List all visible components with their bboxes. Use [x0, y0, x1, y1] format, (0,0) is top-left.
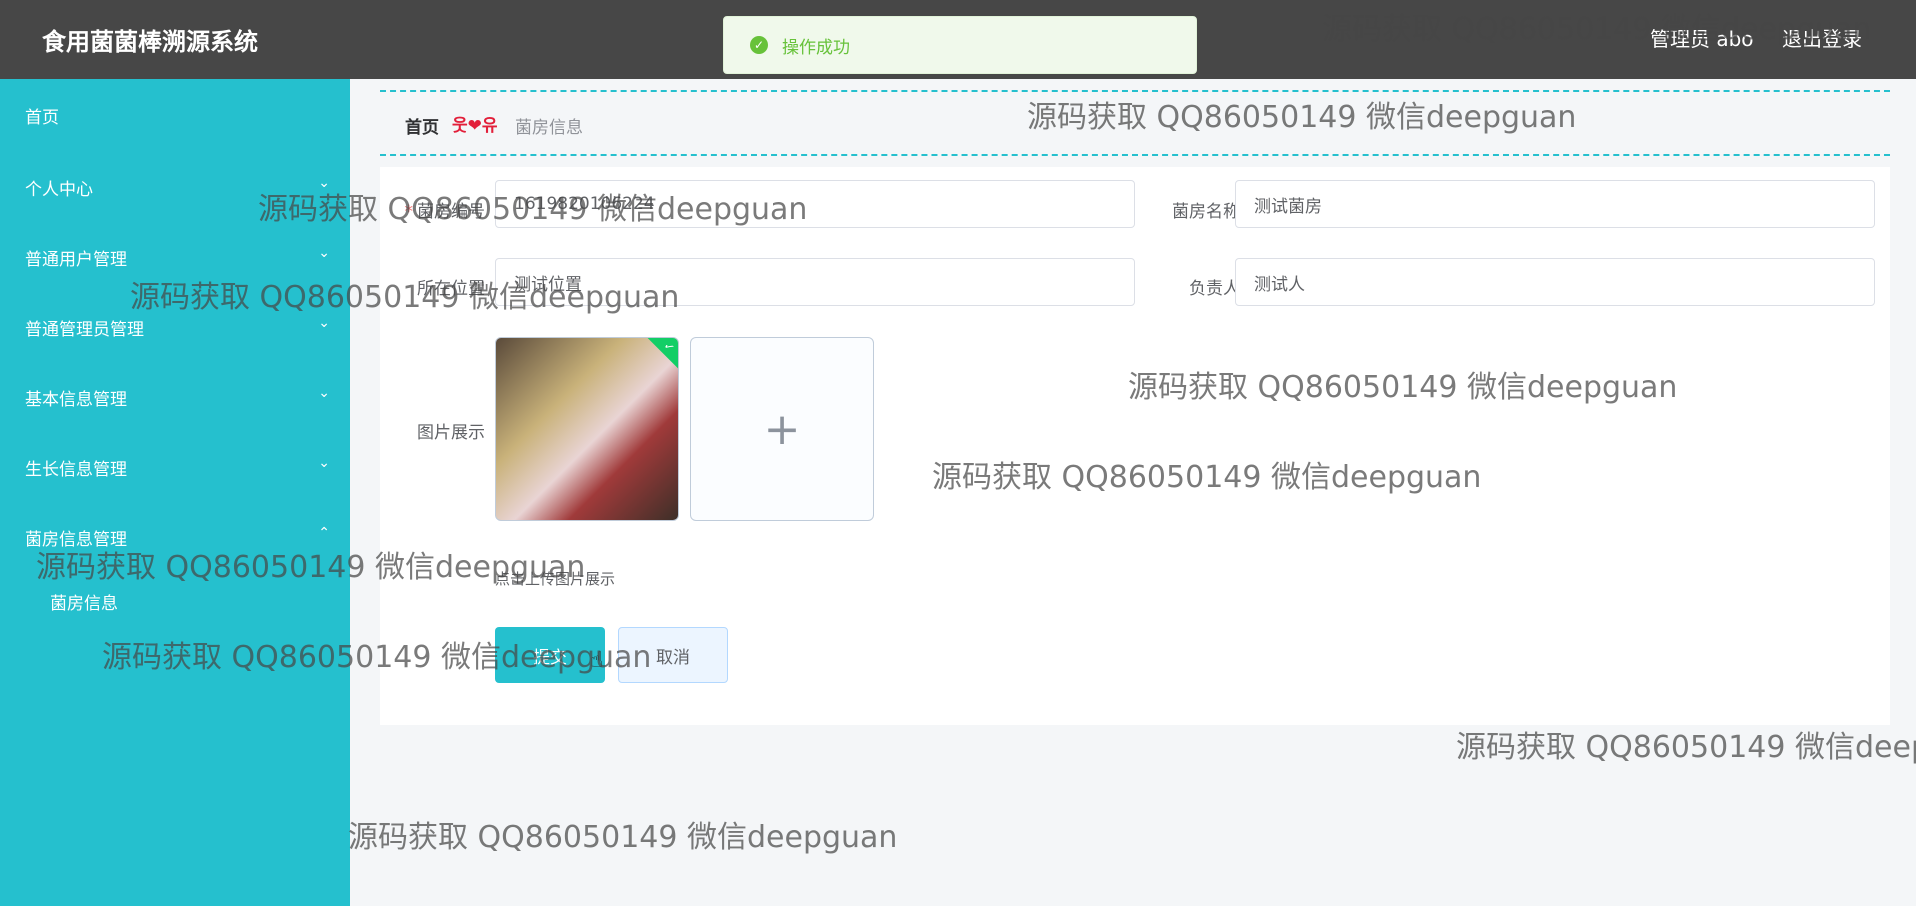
toast-message: 操作成功 [782, 37, 850, 58]
sidebar-item-label: 个人中心 [25, 180, 93, 200]
uploaded-image-thumbnail[interactable]: ✓ [495, 337, 679, 521]
breadcrumb: 首页 웃❤유 菌房信息 [380, 90, 1890, 156]
manager-field[interactable] [1235, 258, 1875, 306]
image-label: 图片展示 [417, 423, 485, 443]
upload-tip: 点击上传图片展示 [495, 570, 616, 588]
check-circle-icon: ✓ [750, 36, 768, 54]
sidebar-item-users[interactable]: 普通用户管理 ⌄ [25, 245, 330, 270]
breadcrumb-separator: 웃❤유 [452, 116, 498, 136]
sidebar-item-label: 菌房信息管理 [25, 530, 127, 550]
breadcrumb-home[interactable]: 首页 [405, 113, 439, 138]
current-user: 管理员 abo [1650, 27, 1754, 51]
sidebar-item-label: 生长信息管理 [25, 460, 127, 480]
sidebar-item-home[interactable]: 首页 [25, 103, 330, 128]
pointer-cursor-icon: ☝ [590, 648, 604, 673]
chevron-down-icon: ⌄ [318, 245, 330, 261]
location-label: 所在位置 [417, 279, 485, 299]
chevron-down-icon: ⌄ [318, 315, 330, 331]
watermark: 源码获取 QQ86050149 微信deepguan [348, 820, 898, 855]
required-mark: * [404, 202, 414, 222]
chevron-up-icon: ⌃ [318, 525, 330, 541]
sidebar-item-admins[interactable]: 普通管理员管理 ⌄ [25, 315, 330, 340]
sidebar-item-label: 普通用户管理 [25, 250, 127, 270]
room-no-label-text: 菌房编号 [417, 202, 485, 222]
sidebar-item-label: 普通管理员管理 [25, 320, 144, 340]
plus-icon: + [763, 403, 801, 455]
cancel-button[interactable]: 取消 [618, 627, 728, 683]
edit-form: *菌房编号 菌房名称 所在位置 负责人 图片展示 ✓ + 点击上传图片展示 提交… [380, 167, 1890, 725]
breadcrumb-current: 菌房信息 [515, 118, 583, 138]
sidebar-item-basic-info[interactable]: 基本信息管理 ⌄ [25, 385, 330, 410]
app-title: 食用菌菌棒溯源系统 [42, 28, 258, 56]
sidebar-item-label: 首页 [25, 108, 59, 128]
sidebar: 首页 个人中心 ⌄ 普通用户管理 ⌄ 普通管理员管理 ⌄ 基本信息管理 ⌄ 生长信息管理… [0, 79, 350, 906]
room-no-label: * 菌房编号 [390, 197, 486, 222]
logout-link[interactable]: 退出登录 [1782, 23, 1862, 52]
sidebar-item-profile[interactable]: 个人中心 ⌄ [25, 175, 330, 200]
location-field[interactable] [495, 258, 1135, 306]
success-toast: ✓ 操作成功 [723, 16, 1197, 74]
room-name-label: 菌房名称 [1172, 202, 1240, 222]
submit-button[interactable]: 提交 [495, 627, 605, 683]
sidebar-item-growth-info[interactable]: 生长信息管理 ⌄ [25, 455, 330, 480]
check-icon: ✓ [646, 338, 678, 370]
add-image-button[interactable]: + [690, 337, 874, 521]
chevron-down-icon: ⌄ [318, 385, 330, 401]
room-no-field[interactable] [495, 180, 1135, 228]
chevron-down-icon: ⌄ [318, 455, 330, 471]
sidebar-subitem-room-info[interactable]: 菌房信息 [50, 589, 118, 614]
manager-label: 负责人 [1189, 279, 1240, 299]
chevron-down-icon: ⌄ [318, 175, 330, 191]
sidebar-item-label: 基本信息管理 [25, 390, 127, 410]
sidebar-item-room-info[interactable]: 菌房信息管理 ⌃ [25, 525, 330, 550]
room-name-field[interactable] [1235, 180, 1875, 228]
watermark: 源码获取 QQ86050149 微信deepguan [1456, 730, 1916, 765]
